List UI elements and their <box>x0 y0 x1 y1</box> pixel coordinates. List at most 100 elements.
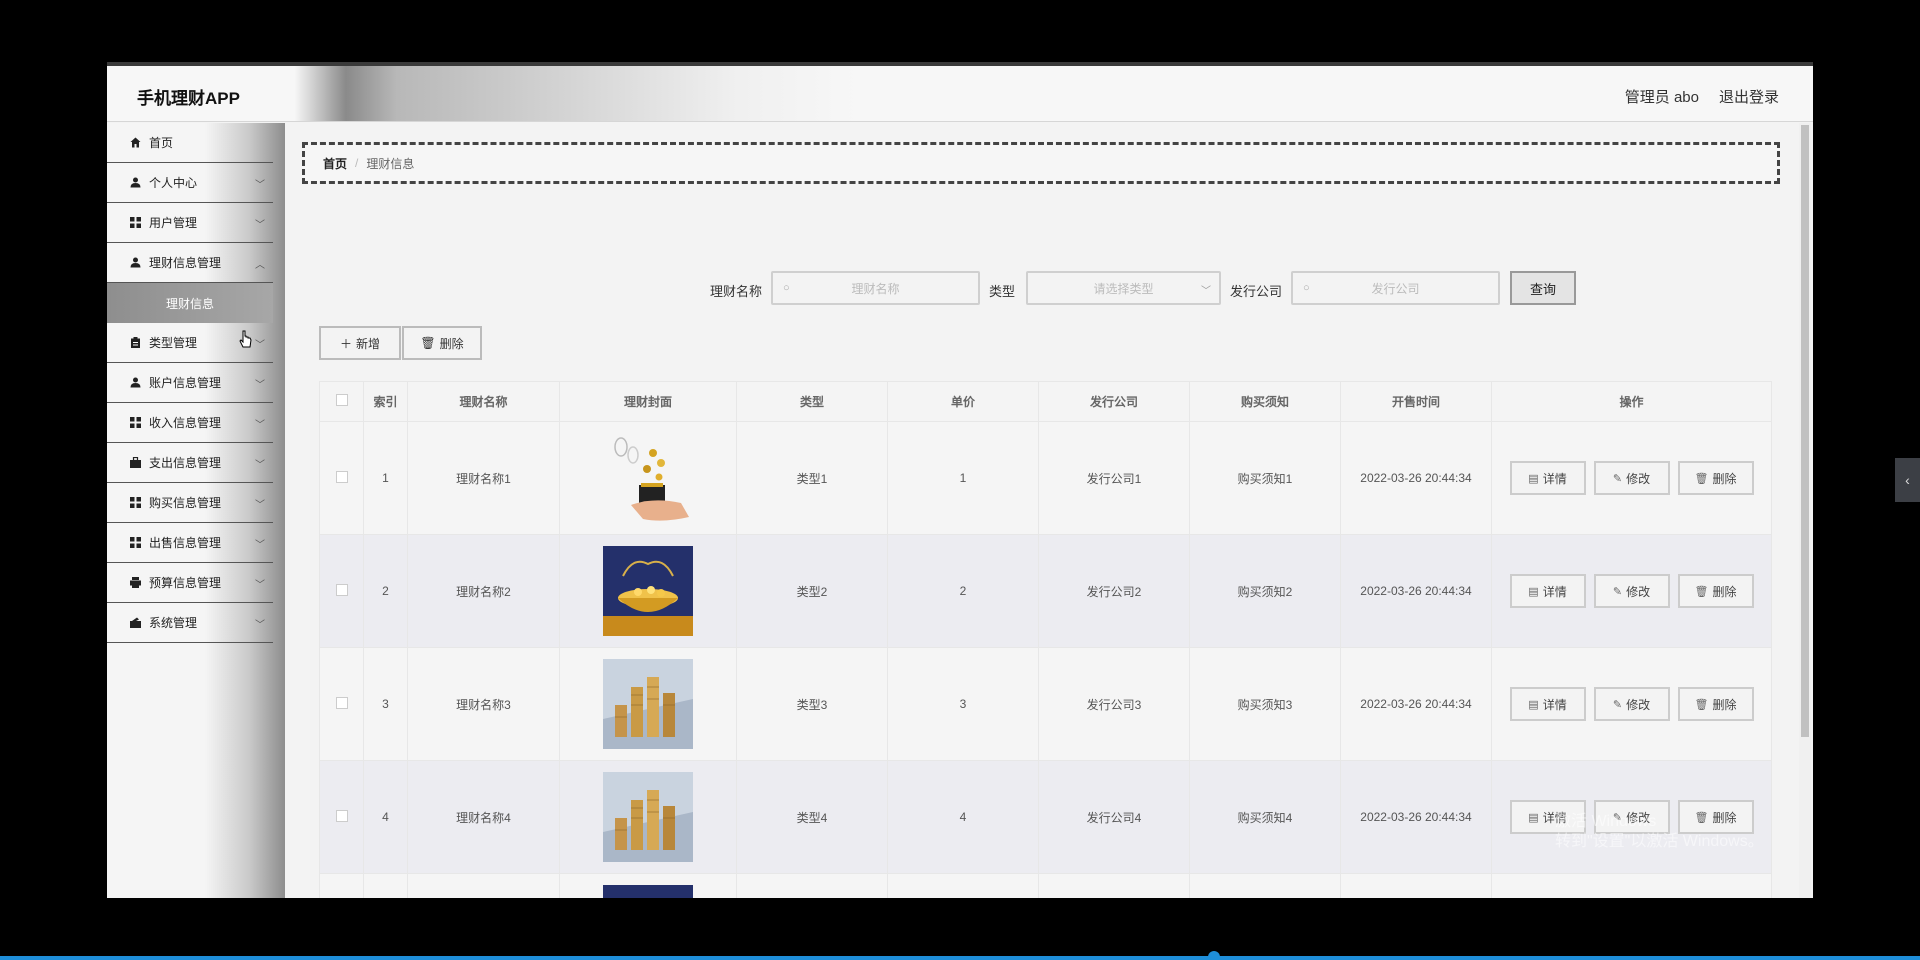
cell-name: 理财名称5 <box>407 873 560 898</box>
sidebar-item-sale-management[interactable]: 出售信息管理 ﹀ <box>107 523 273 563</box>
pencil-icon: ✎ <box>1612 472 1623 485</box>
document-icon: ▤ <box>1528 698 1539 711</box>
cell-price: 5 <box>887 873 1039 898</box>
table-row[interactable]: 2 理财名称2 类型2 2 发行公司2 购买须知2 2022-03-26 20:44:34 ▤… <box>319 534 1772 648</box>
cell-actions: ▤详情✎修改🗑删除 <box>1491 647 1772 761</box>
edit-button[interactable]: ✎ 修改 <box>1593 574 1670 608</box>
row-delete-button[interactable]: 🗑 删除 <box>1677 461 1754 495</box>
detail-button[interactable]: ▤ 详情 <box>1509 687 1586 721</box>
user-icon <box>129 177 141 189</box>
cell-cover <box>559 647 737 761</box>
chevron-down-icon: ﹀ <box>255 340 265 351</box>
sidebar-item-label: 首页 <box>149 136 174 150</box>
sidebar-item-label: 理财信息管理 <box>149 256 222 270</box>
table-row[interactable]: 5理财名称5类型55发行公司5购买须知52022-0 5 20:44:34▤详情… <box>319 873 1772 898</box>
sidebar-item-label: 系统管理 <box>149 616 198 630</box>
name-search-input[interactable]: ○ 理财名称 <box>771 271 980 305</box>
type-select[interactable]: 请选择类型 ﹀ <box>1026 271 1221 305</box>
row-checkbox[interactable] <box>335 583 348 596</box>
edit-label: 修改 <box>1626 584 1651 599</box>
column-header: 操作 <box>1491 381 1772 422</box>
delete-button[interactable]: 🗑 删除 <box>402 326 482 360</box>
cell-name: 理财名称2 <box>407 534 560 648</box>
sidebar-item-personal-center[interactable]: 个人中心 ﹀ <box>107 163 273 203</box>
cell-time: 2022-03-26 20:44:34 <box>1340 647 1492 761</box>
cell-cover <box>559 421 737 535</box>
column-header: 理财名称 <box>407 381 560 422</box>
table-row[interactable]: 1 理财名称1 类型1 1 发行公司1 购买须知1 2022-03-26 20:44:34 ▤… <box>319 421 1772 535</box>
column-header: 理财封面 <box>559 381 737 422</box>
cell-notice: 购买须知2 <box>1189 534 1341 648</box>
vertical-scrollbar[interactable] <box>1799 123 1811 898</box>
add-button[interactable]: ＋ 新增 <box>319 326 401 360</box>
table-body: 1 理财名称1 类型1 1 发行公司1 购买须知1 2022-03-26 20:44:34 ▤… <box>319 421 1772 898</box>
detail-label: 详情 <box>1542 697 1567 712</box>
table-row[interactable]: 3 理财名称3 类型3 3 发行公司3 购买须知3 2022-03-26 20:44:34 ▤… <box>319 647 1772 761</box>
sidebar-item-user-management[interactable]: 用户管理 ﹀ <box>107 203 273 243</box>
sidebar-item-finance-management[interactable]: 理财信息管理 ︿ <box>107 243 273 283</box>
coin-stacks-image[interactable] <box>603 772 693 862</box>
edit-button[interactable]: ✎ 修改 <box>1593 461 1670 495</box>
collapse-panel-button[interactable]: ‹ <box>1895 458 1920 502</box>
header-checkbox-cell <box>319 381 364 422</box>
table-header-row: 索引 理财名称 理财封面 类型 单价 发行公司 购买须知 开售时间 操作 <box>319 381 1772 422</box>
trash-icon: 🗑 <box>1694 698 1709 711</box>
sidebar-item-system-management[interactable]: 系统管理 ﹀ <box>107 603 273 643</box>
watermark-line1: 激活 Windows <box>1555 813 1657 830</box>
cell-name: 理财名称1 <box>407 421 560 535</box>
logout-link[interactable]: 退出登录 <box>1719 86 1779 107</box>
edit-label: 修改 <box>1626 471 1651 486</box>
cell-index: 1 <box>363 421 408 535</box>
chevron-down-icon: ﹀ <box>255 420 265 431</box>
cell-price: 4 <box>887 760 1039 874</box>
sidebar-item-budget-management[interactable]: 预算信息管理 ﹀ <box>107 563 273 603</box>
row-checkbox-cell <box>319 647 364 761</box>
sidebar-item-purchase-management[interactable]: 购买信息管理 ﹀ <box>107 483 273 523</box>
row-checkbox-cell <box>319 873 364 898</box>
settings-icon <box>129 617 141 629</box>
document-icon: ▤ <box>1528 585 1539 598</box>
company-search-input[interactable]: ○ 发行公司 <box>1291 271 1500 305</box>
edit-button[interactable]: ✎ 修改 <box>1593 687 1670 721</box>
column-header: 索引 <box>363 381 408 422</box>
video-progress-bar[interactable] <box>0 956 1920 960</box>
gold-bowl-image[interactable] <box>603 546 693 636</box>
detail-button[interactable]: ▤ 详情 <box>1509 461 1586 495</box>
row-checkbox[interactable] <box>335 470 348 483</box>
chevron-down-icon: ﹀ <box>255 380 265 391</box>
detail-button[interactable]: ▤ 详情 <box>1509 574 1586 608</box>
sidebar-subitem-finance-info[interactable]: 理财信息 <box>107 283 273 323</box>
row-checkbox[interactable] <box>335 809 348 822</box>
sidebar-item-account-management[interactable]: 账户信息管理 ﹀ <box>107 363 273 403</box>
scrollbar-thumb[interactable] <box>1801 125 1809 737</box>
breadcrumb-home[interactable]: 首页 <box>323 155 347 172</box>
sidebar-item-expense-management[interactable]: 支出信息管理 ﹀ <box>107 443 273 483</box>
cell-price: 3 <box>887 647 1039 761</box>
company-label: 发行公司 <box>1230 284 1283 299</box>
column-header: 开售时间 <box>1340 381 1492 422</box>
trash-icon: 🗑 <box>420 336 436 350</box>
windows-activation-watermark: 激活 Windows 转到"设置"以激活 Windows。 <box>1555 812 1764 852</box>
search-icon: ○ <box>1303 282 1310 294</box>
row-checkbox[interactable] <box>335 696 348 709</box>
delete-label: 删除 <box>1712 471 1737 486</box>
hand-coins-image[interactable] <box>603 433 693 523</box>
cell-company: 发行公司2 <box>1038 534 1190 648</box>
sidebar-item-income-management[interactable]: 收入信息管理 ﹀ <box>107 403 273 443</box>
cell-cover <box>559 534 737 648</box>
row-delete-button[interactable]: 🗑 删除 <box>1677 687 1754 721</box>
row-delete-button[interactable]: 🗑 删除 <box>1677 574 1754 608</box>
sidebar-item-home[interactable]: 首页 <box>107 123 273 163</box>
detail-label: 详情 <box>1542 584 1567 599</box>
row-checkbox-cell <box>319 760 364 874</box>
cell-type: 类型2 <box>736 534 888 648</box>
select-all-checkbox[interactable] <box>335 394 348 406</box>
table-row[interactable]: 4 理财名称4 类型4 4 发行公司4 购买须知4 2022-03-26 20:44:34 ▤… <box>319 760 1772 874</box>
progress-handle[interactable] <box>1208 951 1220 960</box>
coin-stacks-image[interactable] <box>603 659 693 749</box>
detail-label: 详情 <box>1542 471 1567 486</box>
watermark-line2: 转到"设置"以激活 Windows。 <box>1555 833 1764 850</box>
query-button[interactable]: 查询 <box>1510 271 1576 305</box>
chevron-down-icon: ﹀ <box>255 220 265 231</box>
cell-name: 理财名称3 <box>407 647 560 761</box>
